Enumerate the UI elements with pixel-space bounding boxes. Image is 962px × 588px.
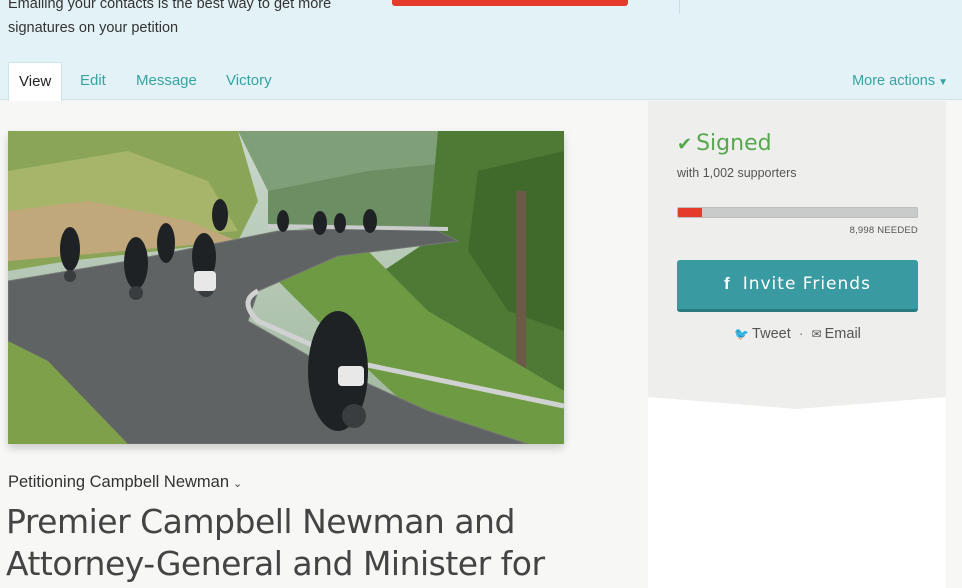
signature-progress-bar	[677, 207, 918, 218]
share-links: 🐦 Tweet · ✉ Email	[677, 326, 918, 342]
petition-tabs: View Edit Message Victory More actions ▼	[0, 62, 962, 102]
sidebar-notch	[648, 397, 946, 409]
signed-label: Signed	[696, 131, 772, 156]
tab-message[interactable]: Message	[136, 62, 197, 101]
banner-action-button[interactable]	[392, 0, 628, 6]
chevron-down-icon: ⌄	[233, 478, 243, 490]
banner-divider	[679, 0, 680, 14]
invite-friends-label: Invite Friends	[742, 274, 871, 294]
banner-message: Emailing your contacts is the best way t…	[8, 0, 332, 36]
envelope-icon: ✉	[811, 327, 822, 341]
supporters-count: with 1,002 supporters	[677, 166, 797, 180]
share-separator: ·	[798, 326, 804, 342]
main-content: Petitioning Campbell Newman ⌄ Premier Cam…	[0, 101, 962, 588]
progress-fill	[678, 208, 702, 217]
motorcycle-riders-photo	[8, 131, 564, 444]
caret-down-icon: ▼	[938, 77, 948, 88]
tab-view[interactable]: View	[8, 62, 63, 101]
invite-friends-button[interactable]: f Invite Friends	[677, 260, 918, 312]
signatures-needed: 8,998 NEEDED	[849, 225, 918, 236]
tweet-link[interactable]: 🐦 Tweet	[734, 326, 791, 342]
sidebar-gutter	[946, 101, 962, 588]
tab-edit[interactable]: Edit	[80, 62, 106, 101]
checkmark-icon: ✔	[677, 134, 693, 155]
tab-victory[interactable]: Victory	[226, 62, 272, 101]
petition-target[interactable]: Petitioning Campbell Newman ⌄	[8, 473, 242, 492]
email-label: Email	[824, 326, 861, 342]
petitioning-label: Petitioning Campbell Newman	[8, 473, 230, 491]
facebook-icon: f	[724, 274, 731, 293]
tweet-label: Tweet	[752, 326, 791, 342]
more-actions-dropdown[interactable]: More actions ▼	[852, 62, 948, 102]
more-actions-label: More actions	[852, 73, 936, 89]
petition-title: Premier Campbell Newman and Attorney-Gen…	[6, 502, 545, 583]
top-banner: Emailing your contacts is the best way t…	[0, 0, 962, 102]
signed-status: ✔ Signed	[677, 131, 772, 156]
email-link[interactable]: ✉ Email	[812, 326, 861, 342]
twitter-icon: 🐦	[734, 327, 750, 341]
